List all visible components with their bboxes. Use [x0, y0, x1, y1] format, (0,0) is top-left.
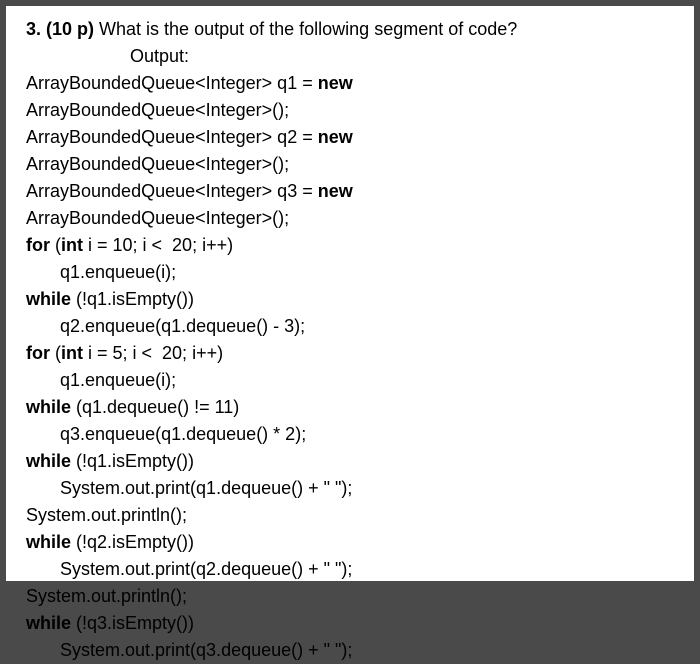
- code-text: (: [50, 235, 61, 255]
- code-line: ArrayBoundedQueue<Integer> q1 = new: [26, 70, 682, 97]
- keyword-new: new: [318, 127, 353, 147]
- code-line: q2.enqueue(q1.dequeue() - 3);: [26, 313, 682, 340]
- code-text: i = 10; i < 20; i++): [83, 235, 233, 255]
- output-label: Output:: [26, 43, 682, 70]
- code-text: ArrayBoundedQueue<Integer> q2 =: [26, 127, 318, 147]
- code-line: while (q1.dequeue() != 11): [26, 394, 682, 421]
- code-line: ArrayBoundedQueue<Integer> q3 = new: [26, 178, 682, 205]
- code-line: System.out.print(q1.dequeue() + " ");: [26, 475, 682, 502]
- code-line: for (int i = 5; i < 20; i++): [26, 340, 682, 367]
- code-line: q3.enqueue(q1.dequeue() * 2);: [26, 421, 682, 448]
- code-text: (!q2.isEmpty()): [71, 532, 194, 552]
- question-prompt: What is the output of the following segm…: [99, 19, 517, 39]
- code-line: System.out.println();: [26, 502, 682, 529]
- code-line: q1.enqueue(i);: [26, 367, 682, 394]
- code-text: (: [50, 343, 61, 363]
- keyword-new: new: [318, 73, 353, 93]
- code-text: (q1.dequeue() != 11): [71, 397, 239, 417]
- page: 3. (10 p) What is the output of the foll…: [6, 6, 694, 581]
- keyword-for: for: [26, 343, 50, 363]
- code-text: (!q1.isEmpty()): [71, 451, 194, 471]
- code-line: while (!q2.isEmpty()): [26, 529, 682, 556]
- code-line: ArrayBoundedQueue<Integer>();: [26, 151, 682, 178]
- code-line: for (int i = 10; i < 20; i++): [26, 232, 682, 259]
- keyword-int: int: [61, 235, 83, 255]
- code-line: ArrayBoundedQueue<Integer>();: [26, 205, 682, 232]
- code-line: ArrayBoundedQueue<Integer> q2 = new: [26, 124, 682, 151]
- keyword-for: for: [26, 235, 50, 255]
- code-line: System.out.print(q2.dequeue() + " ");: [26, 556, 682, 583]
- code-line: while (!q3.isEmpty()): [26, 610, 682, 637]
- keyword-while: while: [26, 451, 71, 471]
- code-text: (!q1.isEmpty()): [71, 289, 194, 309]
- keyword-new: new: [318, 181, 353, 201]
- code-line: System.out.print(q3.dequeue() + " ");: [26, 637, 682, 664]
- code-line: while (!q1.isEmpty()): [26, 448, 682, 475]
- keyword-while: while: [26, 532, 71, 552]
- code-text: (!q3.isEmpty()): [71, 613, 194, 633]
- code-text: i = 5; i < 20; i++): [83, 343, 223, 363]
- question-number: 3. (10 p): [26, 19, 99, 39]
- code-line: ArrayBoundedQueue<Integer>();: [26, 97, 682, 124]
- code-text: ArrayBoundedQueue<Integer> q3 =: [26, 181, 318, 201]
- code-line: q1.enqueue(i);: [26, 259, 682, 286]
- keyword-int: int: [61, 343, 83, 363]
- code-text: ArrayBoundedQueue<Integer> q1 =: [26, 73, 318, 93]
- keyword-while: while: [26, 397, 71, 417]
- code-line: while (!q1.isEmpty()): [26, 286, 682, 313]
- question-line: 3. (10 p) What is the output of the foll…: [26, 16, 682, 43]
- code-line: System.out.println();: [26, 583, 682, 610]
- keyword-while: while: [26, 289, 71, 309]
- keyword-while: while: [26, 613, 71, 633]
